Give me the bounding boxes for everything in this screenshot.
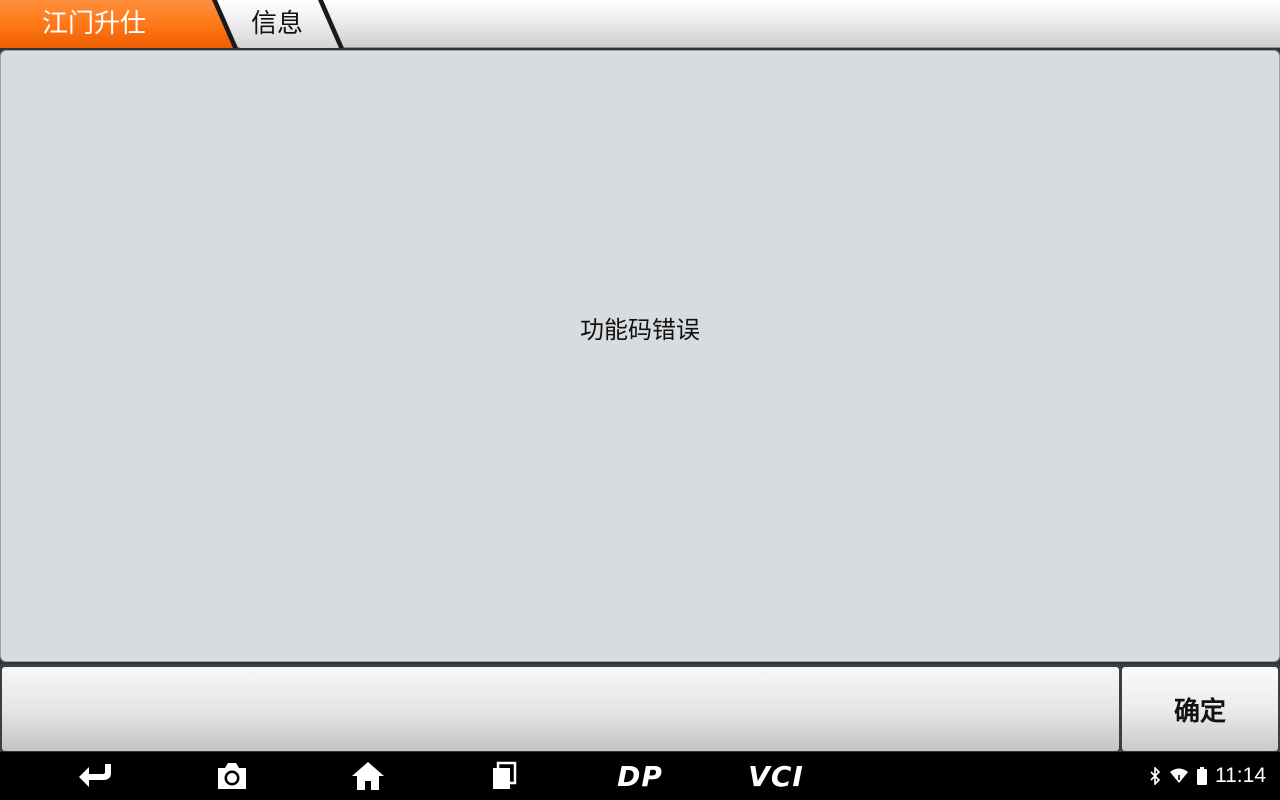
recent-apps-button[interactable] [474,758,534,794]
action-bar-empty-area [2,667,1119,751]
bluetooth-icon [1150,767,1161,785]
wifi-icon [1170,768,1188,783]
vci-label: VCI [748,759,804,793]
breadcrumb-home[interactable]: 江门升仕 [0,0,238,48]
home-button[interactable] [338,758,398,794]
dp-label: DP [617,759,663,793]
camera-icon [218,763,246,789]
confirm-button[interactable]: 确定 [1122,667,1278,751]
breadcrumb-home-label: 江门升仕 [41,9,146,39]
battery-icon [1197,767,1207,785]
breadcrumb-bar: 江门升仕 信息 [0,0,1280,48]
breadcrumb-current-label: 信息 [250,9,303,39]
recent-apps-icon [493,761,517,789]
clock: 11:14 [1215,764,1266,787]
status-area: 11:14 [1149,752,1266,800]
system-nav-bar: DP VCI 11:14 [0,752,1280,800]
message-text: 功能码错误 [580,315,700,344]
back-button[interactable] [67,758,127,794]
screenshot-button[interactable] [202,758,262,794]
vci-button[interactable]: VCI [740,758,812,794]
message-panel: 功能码错误 [0,50,1280,662]
back-arrow-icon [79,764,111,787]
dp-button[interactable]: DP [604,758,676,794]
action-bar: 确定 [0,664,1280,751]
home-icon [352,762,384,790]
